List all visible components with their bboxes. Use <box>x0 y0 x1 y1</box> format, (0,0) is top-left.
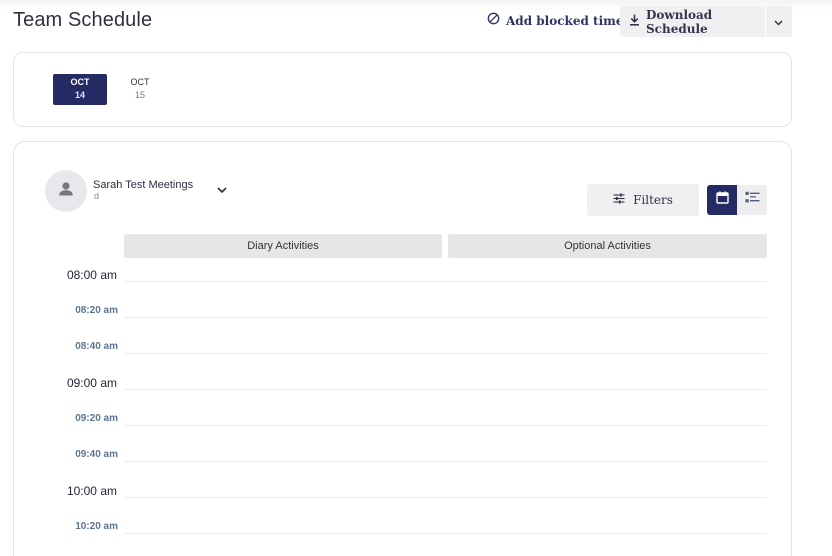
schedule-card: Sarah Test Meetings d Filters Diary Acti… <box>13 141 792 556</box>
filters-button[interactable]: Filters <box>587 184 699 216</box>
ban-icon <box>487 12 500 30</box>
filters-label: Filters <box>633 193 673 207</box>
add-blocked-time-label: Add blocked time <box>506 14 624 28</box>
time-slot-label: 08:20 am <box>75 305 118 316</box>
person-subtitle: d <box>94 191 100 201</box>
time-slot-row[interactable] <box>124 389 767 390</box>
add-blocked-time-button[interactable]: Add blocked time <box>487 10 623 32</box>
chevron-down-icon <box>217 181 227 199</box>
list-icon <box>745 191 760 209</box>
time-slot-label: 09:00 am <box>66 376 117 390</box>
list-view-toggle[interactable] <box>737 185 767 215</box>
download-options-toggle[interactable] <box>764 6 792 37</box>
person-icon <box>57 180 75 203</box>
time-slot-row[interactable] <box>124 425 767 426</box>
download-schedule-group: Download Schedule <box>620 6 792 37</box>
calendar-icon <box>715 191 729 209</box>
time-slot-label: 09:20 am <box>75 413 118 424</box>
chevron-down-icon <box>774 13 783 31</box>
time-slot-label: 10:20 am <box>75 521 118 532</box>
person-name: Sarah Test Meetings <box>93 179 194 191</box>
time-slot-label: 08:40 am <box>75 341 118 352</box>
date-day: 14 <box>74 90 85 100</box>
column-header-diary: Diary Activities <box>124 234 442 258</box>
date-month: OCT <box>70 77 90 87</box>
date-chip-oct-15[interactable]: OCT 15 <box>113 74 167 105</box>
column-header-optional: Optional Activities <box>448 234 767 258</box>
time-slot-label: 08:00 am <box>66 268 117 282</box>
download-schedule-label: Download Schedule <box>646 7 713 36</box>
calendar-view-toggle[interactable] <box>707 185 737 215</box>
time-slot-row[interactable] <box>124 281 767 282</box>
page-title: Team Schedule <box>13 9 153 31</box>
download-icon <box>629 13 640 31</box>
time-slot-row[interactable] <box>124 317 767 318</box>
person-selector-toggle[interactable] <box>214 182 230 198</box>
date-month: OCT <box>130 77 150 87</box>
date-selector: OCT 14 OCT 15 <box>13 52 792 127</box>
time-slot-row[interactable] <box>124 497 767 498</box>
download-schedule-button[interactable]: Download Schedule <box>620 6 765 37</box>
date-chip-oct-14[interactable]: OCT 14 <box>53 74 107 105</box>
sliders-icon <box>613 191 625 209</box>
time-slot-row[interactable] <box>124 461 767 462</box>
date-day: 15 <box>134 90 145 100</box>
avatar <box>45 170 87 212</box>
time-slot-label: 09:40 am <box>75 449 118 460</box>
time-slot-row[interactable] <box>124 353 767 354</box>
time-slot-row[interactable] <box>124 533 767 534</box>
time-slot-label: 10:00 am <box>66 484 117 498</box>
